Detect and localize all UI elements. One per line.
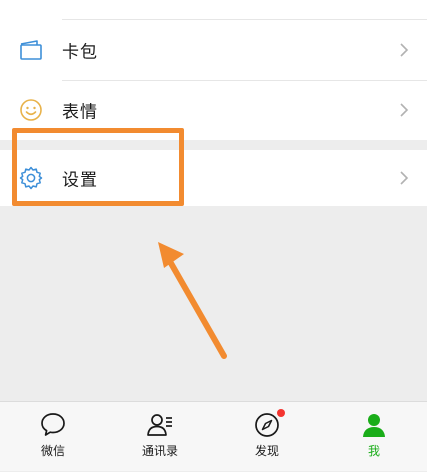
menu-item-label: 表情 (62, 102, 98, 123)
pointer-arrow-icon (158, 242, 227, 359)
menu-item-label: 卡包 (62, 42, 98, 63)
menu-item-card-package[interactable]: 卡包 (0, 20, 427, 81)
chevron-right-icon (400, 43, 409, 57)
smiley-icon (20, 99, 42, 121)
tab-discover[interactable]: 发现 (214, 402, 320, 472)
tab-label: 微信 (40, 444, 65, 458)
person-icon (363, 414, 385, 437)
tab-label: 发现 (254, 444, 279, 458)
chevron-right-icon (400, 103, 409, 117)
tab-contacts[interactable]: 通讯录 (107, 402, 213, 472)
tab-chats[interactable]: 微信 (0, 402, 106, 472)
notification-dot (277, 409, 285, 417)
tab-me[interactable]: 我 (321, 402, 427, 472)
bottom-tab-bar: 微信 通讯录 发现 我 (0, 401, 427, 471)
highlight-box (12, 128, 184, 206)
card-package-icon (20, 40, 42, 60)
contacts-icon (147, 414, 172, 436)
tab-label: 通讯录 (141, 444, 178, 458)
menu-group-primary: 卡包 表情 (0, 20, 427, 140)
chat-bubble-icon (41, 413, 65, 436)
chevron-right-icon (400, 171, 409, 185)
me-screen: 卡包 表情 设置 微信 通讯录 发现 我 (0, 0, 427, 471)
tab-label: 我 (367, 444, 380, 458)
previous-item-strip (0, 0, 427, 20)
